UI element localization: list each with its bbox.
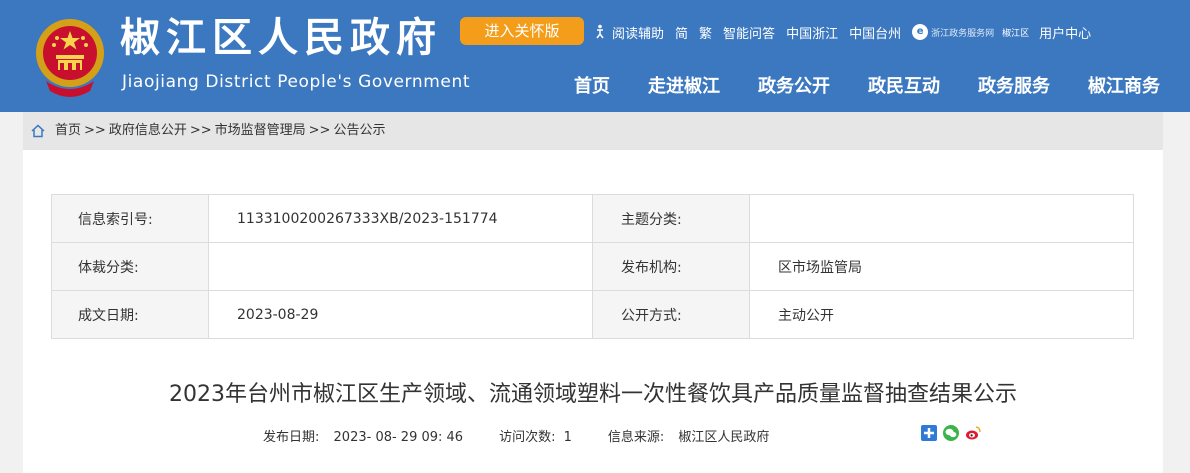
nav-item-about[interactable]: 走进椒江 bbox=[648, 72, 720, 98]
nav-item-interaction[interactable]: 政民互动 bbox=[868, 72, 940, 98]
breadcrumb-separator: >> bbox=[189, 123, 212, 138]
nav-item-commerce[interactable]: 椒江商务 bbox=[1088, 72, 1160, 98]
plus-share-icon[interactable] bbox=[921, 425, 937, 441]
meta-info-table: 信息索引号: 1133100200267333XB/2023-151774 主题… bbox=[51, 194, 1134, 339]
site-subtitle: Jiaojiang District People's Government bbox=[122, 72, 471, 92]
home-icon bbox=[31, 124, 45, 138]
site-header: 椒江区人民政府 Jiaojiang District People's Gove… bbox=[0, 0, 1190, 112]
info-source-label: 信息来源: bbox=[607, 430, 665, 445]
article-meta: 发布日期: 2023- 08- 29 09: 46 访问次数: 1 信息来源: … bbox=[263, 426, 805, 445]
table-row: 信息索引号: 1133100200267333XB/2023-151774 主题… bbox=[51, 194, 1134, 243]
accessibility-icon[interactable] bbox=[592, 24, 608, 40]
publish-date-value: 2023- 08- 29 09: 46 bbox=[333, 430, 464, 445]
weibo-icon[interactable] bbox=[965, 425, 981, 441]
breadcrumb-notices[interactable]: 公告公示 bbox=[333, 112, 385, 150]
utility-bar: 阅读辅助 简 繁 智能问答 中国浙江 中国台州 e 浙江政务服务网 椒江区 用户… bbox=[592, 20, 1102, 44]
publish-date: 发布日期: 2023- 08- 29 09: 46 bbox=[263, 426, 463, 445]
user-center-link[interactable]: 用户中心 bbox=[1039, 23, 1091, 42]
zjzw-logo-icon: e bbox=[912, 24, 929, 40]
zjzw-logo-text: 浙江政务服务网 bbox=[931, 28, 995, 39]
visit-count: 访问次数: 1 bbox=[499, 426, 572, 445]
breadcrumb-gov-info[interactable]: 政府信息公开 bbox=[109, 112, 187, 150]
topic-category-label: 主题分类: bbox=[592, 194, 750, 243]
china-zhejiang-link[interactable]: 中国浙江 bbox=[786, 23, 838, 42]
nav-item-gov-affairs[interactable]: 政务公开 bbox=[758, 72, 830, 98]
breadcrumb-separator: >> bbox=[308, 123, 331, 138]
visit-count-value: 1 bbox=[563, 430, 572, 445]
written-date-label: 成文日期: bbox=[51, 290, 209, 339]
breadcrumb: 首页 >> 政府信息公开 >> 市场监督管理局 >> 公告公示 bbox=[23, 112, 1163, 150]
wechat-icon[interactable] bbox=[943, 425, 959, 441]
publisher-label: 发布机构: bbox=[592, 242, 750, 291]
care-mode-button[interactable]: 进入关怀版 bbox=[460, 17, 584, 45]
share-bar bbox=[921, 425, 987, 441]
table-row: 体裁分类: 发布机构: 区市场监管局 bbox=[51, 242, 1134, 291]
reading-aid-link[interactable]: 阅读辅助 bbox=[612, 23, 664, 42]
visit-count-label: 访问次数: bbox=[499, 430, 556, 445]
topic-category-value bbox=[749, 194, 1134, 243]
disclosure-method-value: 主动公开 bbox=[749, 290, 1134, 339]
table-row: 成文日期: 2023-08-29 公开方式: 主动公开 bbox=[51, 290, 1134, 339]
content-panel: 信息索引号: 1133100200267333XB/2023-151774 主题… bbox=[23, 150, 1163, 473]
index-number-value: 1133100200267333XB/2023-151774 bbox=[208, 194, 593, 243]
article-title: 2023年台州市椒江区生产领域、流通领域塑料一次性餐饮具产品质量监督抽查结果公示 bbox=[169, 382, 1017, 407]
info-source: 信息来源: 椒江区人民政府 bbox=[608, 426, 770, 445]
china-taizhou-link[interactable]: 中国台州 bbox=[849, 23, 901, 42]
genre-value bbox=[208, 242, 593, 291]
breadcrumb-separator: >> bbox=[84, 123, 106, 138]
traditional-link[interactable]: 繁 bbox=[699, 23, 712, 42]
smart-qa-link[interactable]: 智能问答 bbox=[723, 23, 775, 42]
main-nav: 首页 走进椒江 政务公开 政民互动 政务服务 椒江商务 bbox=[536, 72, 1160, 98]
index-number-label: 信息索引号: bbox=[51, 194, 209, 243]
simplified-link[interactable]: 简 bbox=[675, 23, 688, 42]
breadcrumb-home[interactable]: 首页 bbox=[55, 112, 81, 150]
national-emblem-icon bbox=[36, 19, 104, 97]
publisher-value: 区市场监管局 bbox=[749, 242, 1134, 291]
info-source-value: 椒江区人民政府 bbox=[678, 430, 770, 445]
site-title: 椒江区人民政府 bbox=[120, 14, 442, 61]
nav-item-home[interactable]: 首页 bbox=[574, 72, 610, 98]
breadcrumb-market-bureau[interactable]: 市场监督管理局 bbox=[215, 112, 306, 150]
genre-label: 体裁分类: bbox=[51, 242, 209, 291]
written-date-value: 2023-08-29 bbox=[208, 290, 593, 339]
disclosure-method-label: 公开方式: bbox=[592, 290, 750, 339]
zjzw-sub-label[interactable]: 椒江区 bbox=[1002, 26, 1029, 39]
publish-date-label: 发布日期: bbox=[263, 430, 320, 445]
zjzw-logo[interactable]: e 浙江政务服务网 bbox=[912, 24, 994, 40]
nav-item-services[interactable]: 政务服务 bbox=[978, 72, 1050, 98]
